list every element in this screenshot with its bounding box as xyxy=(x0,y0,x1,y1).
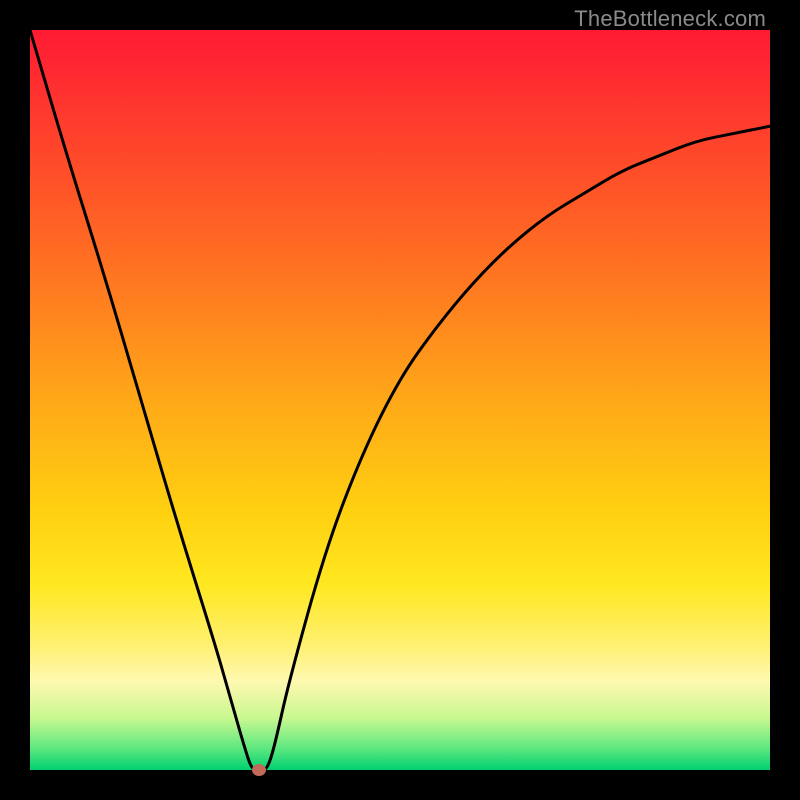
watermark-text: TheBottleneck.com xyxy=(574,6,766,32)
curve-path xyxy=(30,30,770,770)
plot-area xyxy=(30,30,770,770)
bottleneck-marker xyxy=(252,764,266,776)
bottleneck-curve xyxy=(30,30,770,770)
chart-frame: TheBottleneck.com xyxy=(0,0,800,800)
